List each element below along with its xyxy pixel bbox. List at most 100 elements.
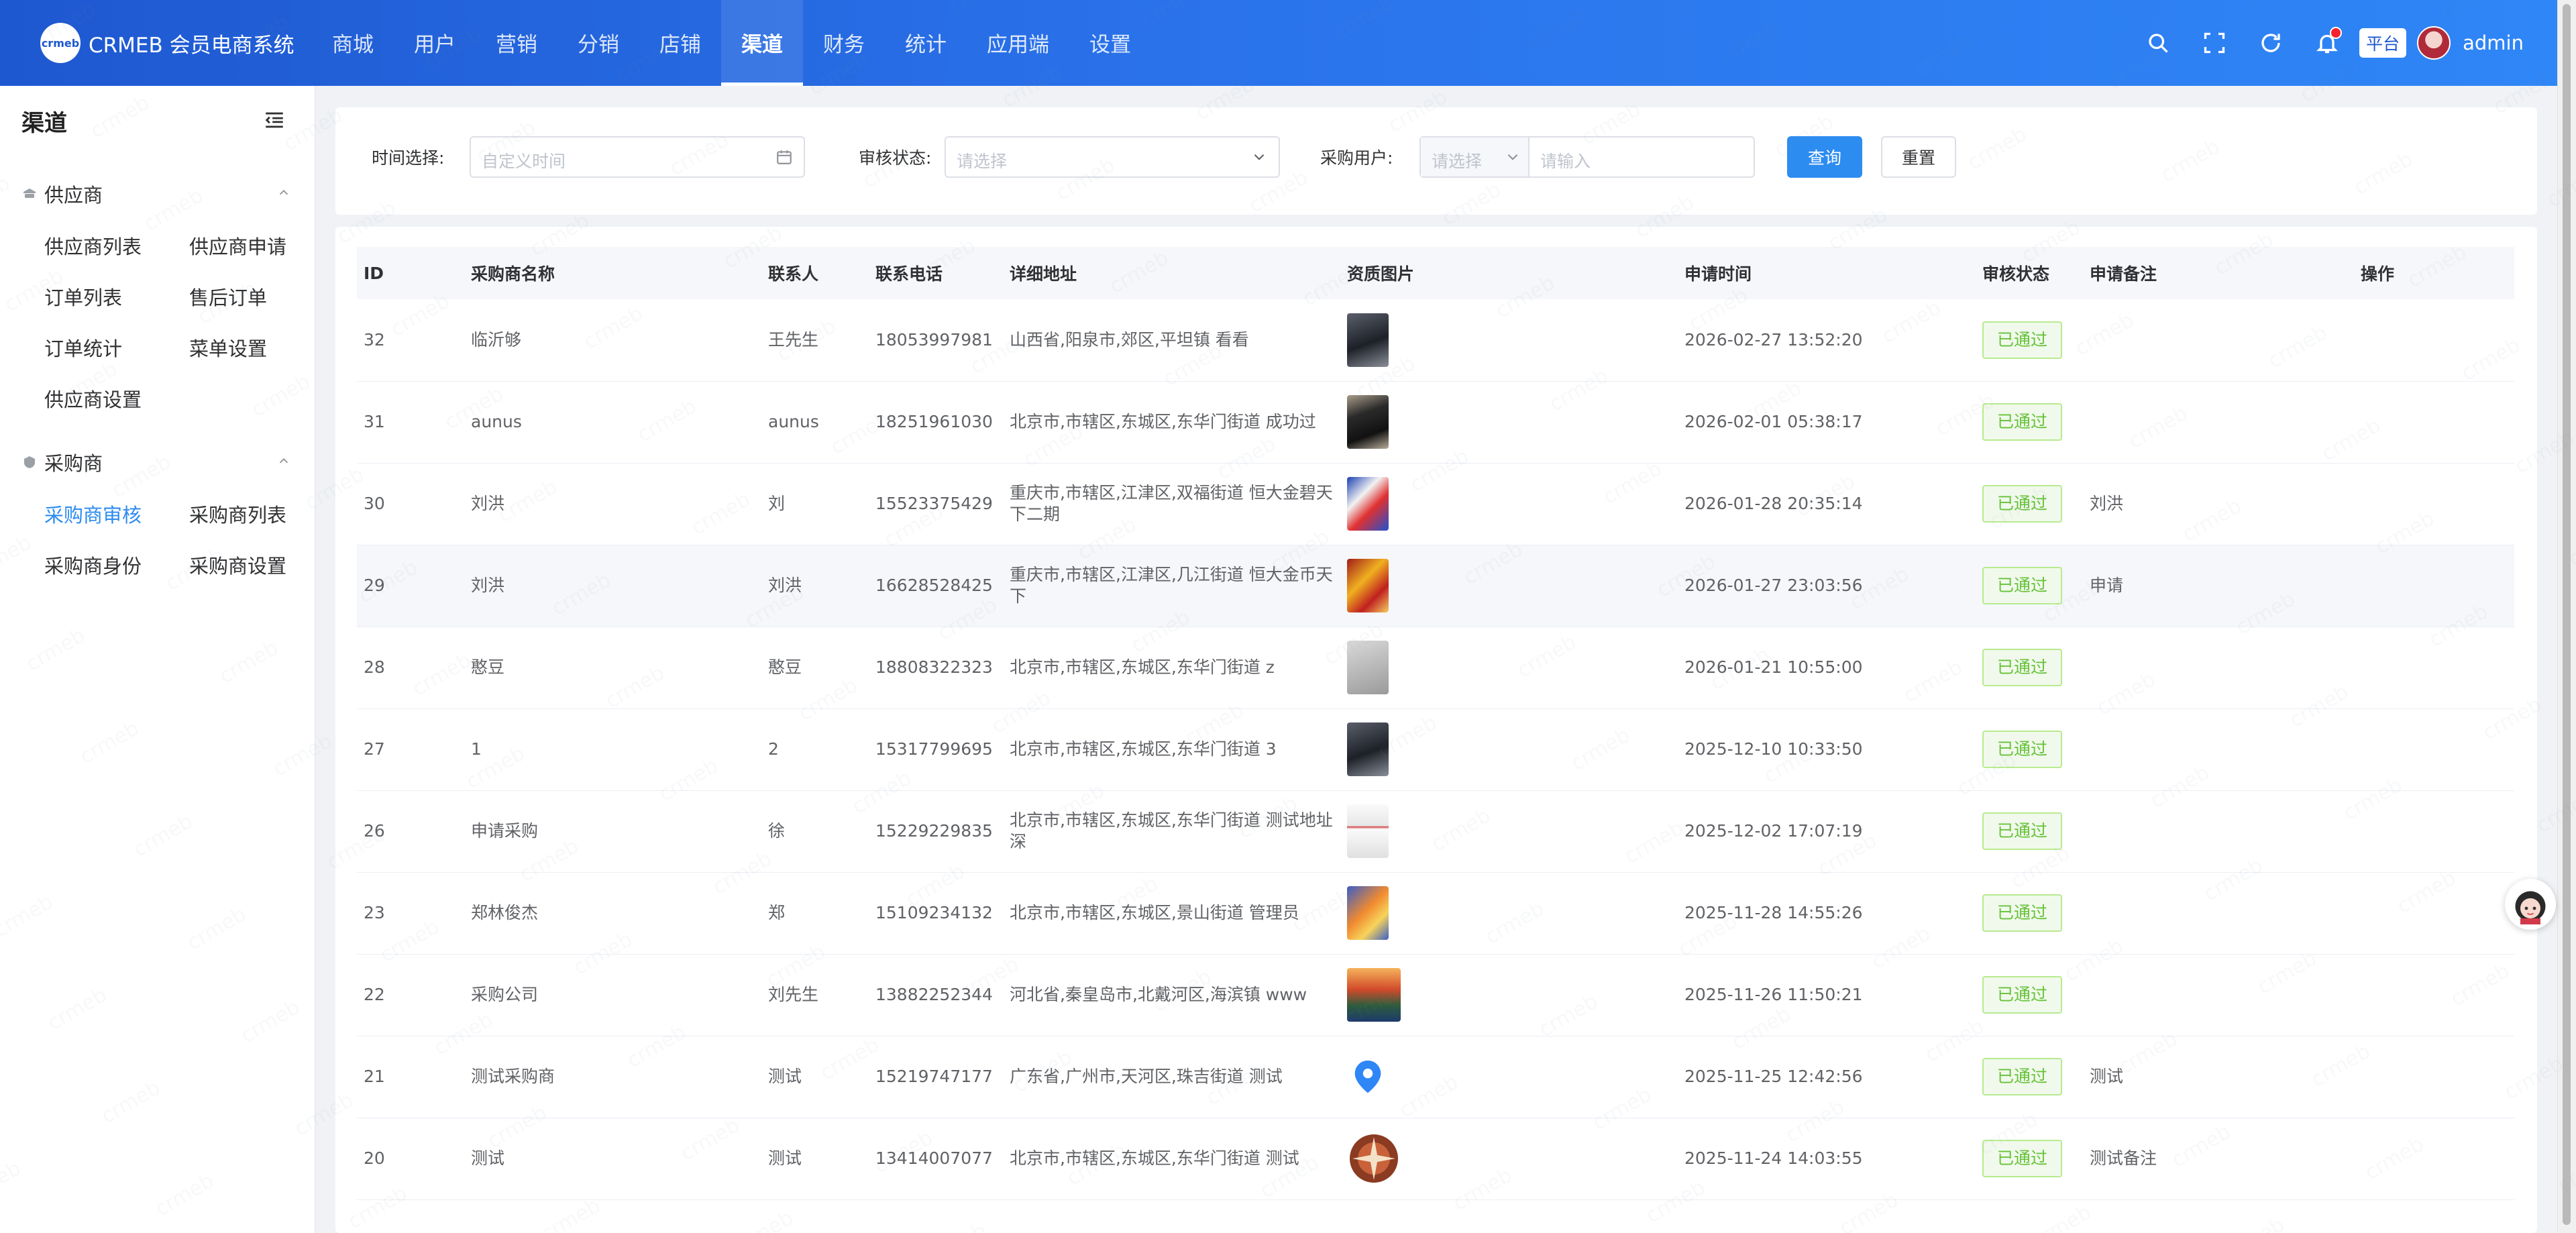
status-tag: 已通过	[1982, 1058, 2063, 1095]
qualification-image[interactable]	[1347, 477, 1389, 531]
fullscreen-icon[interactable]	[2186, 15, 2243, 71]
nav-item-distribution[interactable]: 分销	[557, 0, 639, 86]
nav-item-settings[interactable]: 设置	[1069, 0, 1151, 86]
nav-item-marketing[interactable]: 营销	[476, 0, 557, 86]
chevron-up-icon[interactable]	[276, 185, 291, 200]
table-row: 32 临沂够 王先生 18053997981 山西省,阳泉市,郊区,平坦镇 看看 2026…	[357, 299, 2514, 381]
cell-time: 2025-11-28 14:55:26	[1684, 903, 1863, 922]
cell-contact: 刘洪	[768, 576, 802, 595]
user-input-placeholder[interactable]: 请输入	[1540, 148, 1591, 172]
qualification-image[interactable]	[1347, 968, 1401, 1022]
cell-id: 28	[364, 657, 385, 677]
sidebar: 渠道 供应商 供应商列表 供应商申请 订单列表 售后订单 订单统计 菜单设置 供…	[0, 86, 315, 1233]
brand[interactable]: crmeb CRMEB 会员电商系统	[40, 23, 294, 63]
qualification-image[interactable]	[1347, 722, 1389, 776]
sidebar-group-purchaser[interactable]: 采购商	[21, 448, 103, 476]
status-tag: 已通过	[1982, 567, 2063, 604]
reset-button[interactable]: 重置	[1881, 136, 1956, 178]
nav-item-apps[interactable]: 应用端	[967, 0, 1069, 86]
username[interactable]: admin	[2463, 32, 2524, 54]
sidebar-item-order-stats[interactable]: 订单统计	[44, 333, 122, 362]
nav-item-store[interactable]: 店铺	[639, 0, 721, 86]
cell-id: 20	[364, 1148, 385, 1168]
sidebar-item-menu-settings[interactable]: 菜单设置	[189, 333, 267, 362]
cell-actions	[2354, 954, 2514, 1036]
sidebar-item-purchaser-settings[interactable]: 采购商设置	[189, 551, 286, 579]
status-tag: 已通过	[1982, 731, 2063, 768]
sidebar-group-supplier[interactable]: 供应商	[21, 180, 103, 208]
cell-status: 已通过	[1976, 381, 2083, 463]
cell-contact: 郑	[768, 903, 786, 922]
nav-item-statistics[interactable]: 统计	[885, 0, 967, 86]
sidebar-item-aftersale-orders[interactable]: 售后订单	[189, 282, 267, 311]
chevron-up-icon[interactable]	[276, 453, 291, 468]
cell-contact: 刘先生	[768, 985, 819, 1004]
nav-item-mall[interactable]: 商城	[312, 0, 394, 86]
qualification-image[interactable]	[1347, 886, 1389, 940]
qualification-image[interactable]	[1347, 641, 1389, 694]
qualification-image[interactable]	[1347, 313, 1389, 367]
status-placeholder: 请选择	[957, 152, 1008, 171]
sidebar-item-purchaser-identity[interactable]: 采购商身份	[44, 551, 142, 579]
status-tag: 已通过	[1982, 485, 2063, 523]
cell-phone: 13882252344	[875, 985, 993, 1004]
cell-name: 憨豆	[471, 657, 505, 677]
sidebar-item-purchaser-list[interactable]: 采购商列表	[189, 500, 286, 528]
cell-id: 26	[364, 821, 385, 841]
notification-bell-icon[interactable]	[2299, 15, 2355, 71]
qualification-image[interactable]	[1347, 559, 1389, 612]
cell-contact: 2	[768, 739, 779, 759]
time-placeholder: 自定义时间	[482, 152, 566, 171]
column-header-remark: 申请备注	[2090, 264, 2157, 284]
qualification-image[interactable]	[1347, 1132, 1401, 1185]
platform-badge: 平台	[2359, 28, 2407, 58]
sidebar-item-supplier-list[interactable]: 供应商列表	[44, 231, 142, 260]
search-button[interactable]: 查询	[1787, 136, 1862, 178]
cell-status: 已通过	[1976, 463, 2083, 545]
search-icon[interactable]	[2130, 15, 2186, 71]
cell-time: 2026-01-27 23:03:56	[1684, 576, 1863, 595]
scrollbar-thumb[interactable]	[2563, 4, 2571, 1225]
cell-remark	[2083, 954, 2354, 1036]
qualification-image[interactable]	[1347, 395, 1389, 449]
column-header-phone: 联系电话	[875, 264, 943, 284]
column-header-contact: 联系人	[768, 264, 819, 284]
sidebar-item-purchaser-review[interactable]: 采购商审核	[44, 500, 142, 528]
purchaser-review-table: ID 采购商名称 联系人 联系电话 详细地址 资质图片 申请时间 审核状态 申请…	[357, 247, 2514, 1200]
table-body: 32 临沂够 王先生 18053997981 山西省,阳泉市,郊区,平坦镇 看看 2026…	[357, 299, 2514, 1199]
sidebar-item-order-list[interactable]: 订单列表	[44, 282, 122, 311]
time-range-input[interactable]: 自定义时间	[470, 136, 805, 178]
cell-status: 已通过	[1976, 545, 2083, 627]
user-avatar[interactable]	[2417, 26, 2451, 60]
menu-collapse-icon[interactable]	[263, 109, 286, 131]
cell-address: 山西省,阳泉市,郊区,平坦镇 看看	[1010, 329, 1249, 350]
support-girl-icon	[2515, 891, 2546, 924]
nav-item-users[interactable]: 用户	[394, 0, 476, 86]
status-select[interactable]: 请选择	[945, 136, 1280, 178]
cell-time: 2025-11-26 11:50:21	[1684, 985, 1863, 1004]
cell-image	[1340, 1118, 1678, 1199]
cell-phone: 15219747177	[875, 1067, 993, 1086]
customer-service-avatar[interactable]	[2505, 879, 2556, 930]
table-row: 31 aunus aunus 18251961030 北京市,市辖区,东城区,东华门街道…	[357, 381, 2514, 463]
refresh-icon[interactable]	[2243, 15, 2299, 71]
cell-image	[1340, 708, 1678, 790]
cell-time: 2026-02-27 13:52:20	[1684, 329, 1863, 350]
nav-item-finance[interactable]: 财务	[803, 0, 885, 86]
qualification-image[interactable]	[1347, 804, 1389, 858]
cell-contact: 刘	[768, 494, 786, 513]
cell-remark	[2083, 381, 2354, 463]
sidebar-item-supplier-settings[interactable]: 供应商设置	[44, 384, 142, 413]
cell-id: 23	[364, 903, 385, 922]
qualification-image[interactable]	[1347, 1050, 1389, 1104]
nav-item-channel[interactable]: 渠道	[721, 0, 803, 86]
user-field-select[interactable]: 请选择	[1421, 138, 1529, 176]
column-header-id: ID	[364, 263, 384, 283]
sidebar-item-supplier-apply[interactable]: 供应商申请	[189, 231, 286, 260]
cell-name: 刘洪	[471, 494, 505, 513]
cell-image	[1340, 954, 1678, 1036]
page-scrollbar[interactable]	[2557, 0, 2576, 1233]
cell-actions	[2354, 627, 2514, 708]
cell-id: 30	[364, 494, 385, 513]
cell-remark	[2083, 872, 2354, 954]
